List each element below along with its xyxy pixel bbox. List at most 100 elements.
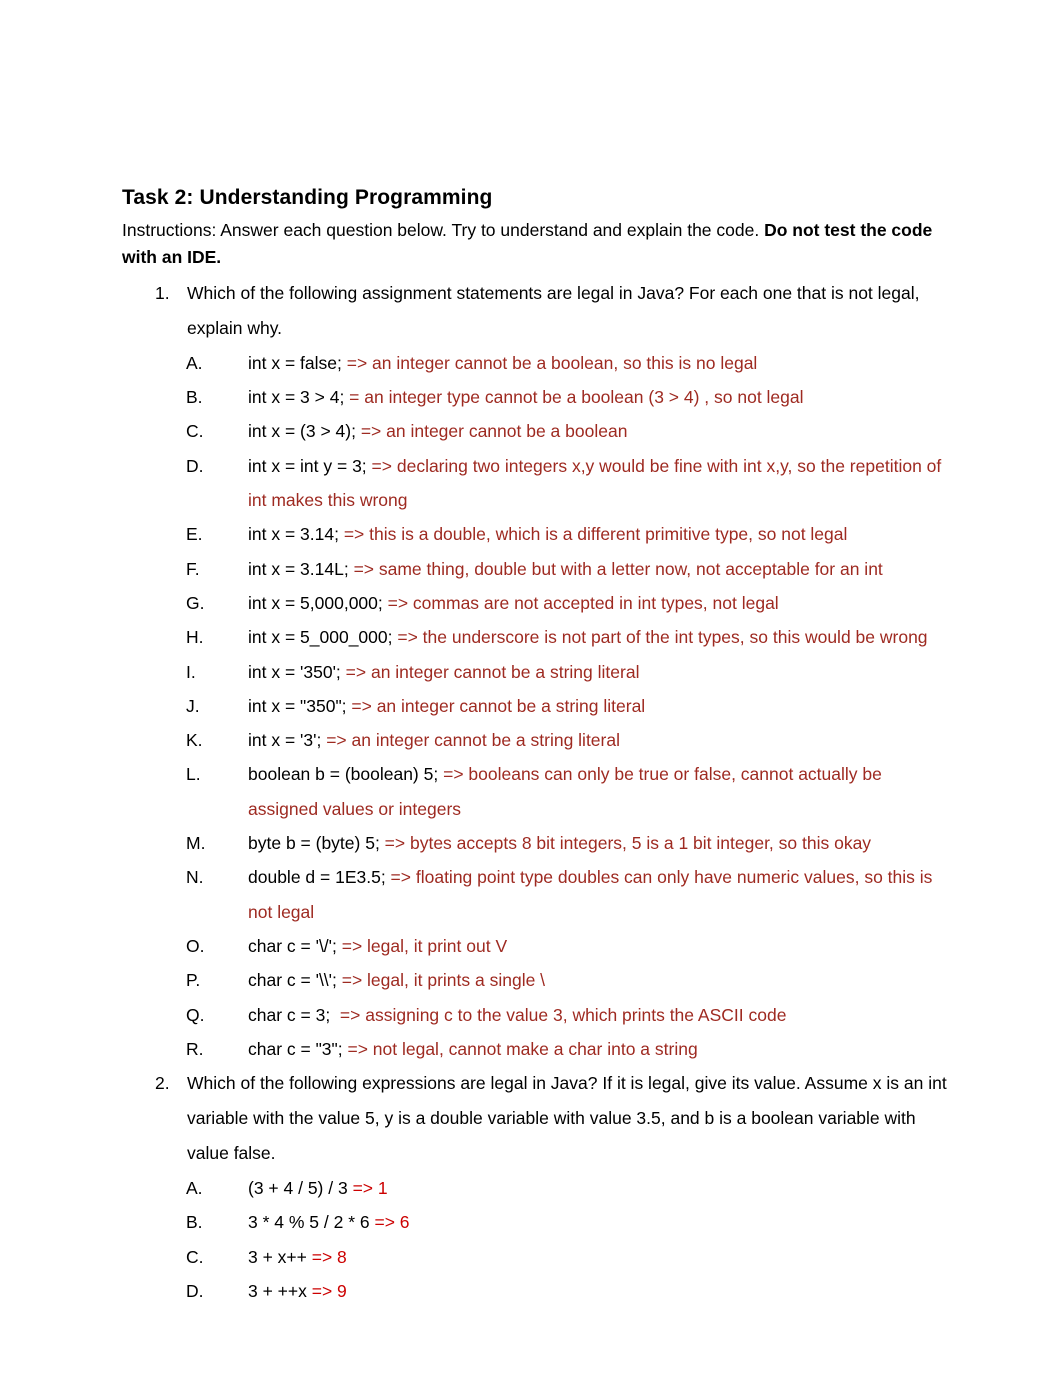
item-answer: => an integer cannot be a boolean: [360, 421, 628, 442]
item-letter: E.: [186, 524, 203, 545]
item-statement: int x = (3 > 4);: [248, 421, 361, 442]
item-letter: N.: [186, 867, 204, 888]
question-2: 2. Which of the following expressions ar…: [122, 1066, 952, 1308]
item-answer: => 1: [352, 1178, 388, 1199]
item-answer: => 6: [374, 1212, 410, 1233]
page-title: Task 2: Understanding Programming: [122, 186, 493, 209]
question-1: 1. Which of the following assignment sta…: [122, 276, 952, 1066]
item-answer: => an integer cannot be a boolean, so th…: [346, 352, 758, 373]
item-letter: O.: [186, 935, 205, 956]
list-item: C. 3 + x++ => 8: [122, 1240, 952, 1274]
list-item: A. int x = false; => an integer cannot be…: [122, 346, 952, 380]
item-statement: (3 + 4 / 5) / 3: [248, 1178, 353, 1199]
item-answer: => bytes accepts 8 bit integers, 5 is a …: [384, 833, 872, 854]
list-item: N. double d = 1E3.5; => floating point ty…: [122, 860, 952, 929]
item-letter: A.: [186, 352, 203, 373]
item-answer: => the underscore is not part of the int…: [397, 627, 928, 648]
item-answer: => legal, it print out V: [341, 935, 508, 956]
item-letter: Q.: [186, 1004, 205, 1025]
list-item: F. int x = 3.14L; => same thing, double b…: [122, 552, 952, 586]
question-1-items: A. int x = false; => an integer cannot be…: [122, 346, 952, 1066]
list-item: R. char c = "3"; => not legal, cannot mak…: [122, 1032, 952, 1066]
list-item: O. char c = '\/'; => legal, it print out …: [122, 929, 952, 963]
item-letter: C.: [186, 1246, 204, 1267]
item-statement: double d = 1E3.5;: [248, 867, 391, 888]
item-statement: int x = '350';: [248, 661, 346, 682]
item-letter: G.: [186, 592, 205, 613]
question-2-items: A. (3 + 4 / 5) / 3 => 1 B. 3 * 4 % 5 / 2 *…: [122, 1171, 952, 1308]
question-1-prompt: Which of the following assignment statem…: [187, 282, 920, 338]
item-statement: byte b = (byte) 5;: [248, 833, 385, 854]
document-page: Task 2: Understanding Programming Instru…: [0, 0, 1062, 1377]
item-statement: int x = "350";: [248, 695, 352, 716]
question-list: 1. Which of the following assignment sta…: [122, 276, 952, 1308]
question-1-header: 1. Which of the following assignment sta…: [122, 276, 952, 346]
item-statement: boolean b = (boolean) 5;: [248, 764, 444, 785]
item-answer: => an integer cannot be a string literal: [326, 730, 620, 751]
question-2-number: 2.: [155, 1073, 170, 1094]
item-answer: => an integer cannot be a string literal: [345, 661, 640, 682]
list-item: K. int x = '3'; => an integer cannot be a…: [122, 723, 952, 757]
list-item: A. (3 + 4 / 5) / 3 => 1: [122, 1171, 952, 1205]
list-item: J. int x = "350"; => an integer cannot be…: [122, 689, 952, 723]
list-item: M. byte b = (byte) 5; => bytes accepts 8 …: [122, 826, 952, 860]
item-statement: int x = 3.14L;: [248, 558, 354, 579]
item-statement: 3 + ++x: [248, 1281, 312, 1302]
item-statement: char c = '\\';: [248, 970, 342, 991]
list-item: D. 3 + ++x => 9: [122, 1274, 952, 1308]
instructions-paragraph: Instructions: Answer each question below…: [122, 217, 937, 272]
item-letter: D.: [186, 1281, 204, 1302]
item-answer: => 8: [311, 1246, 347, 1267]
item-letter: R.: [186, 1038, 204, 1059]
question-2-header: 2. Which of the following expressions ar…: [122, 1066, 952, 1171]
item-answer: = an integer type cannot be a boolean (3…: [349, 387, 804, 408]
list-item: I. int x = '350'; => an integer cannot be…: [122, 655, 952, 689]
list-item: L. boolean b = (boolean) 5; => booleans c…: [122, 757, 952, 826]
item-answer: => 9: [311, 1281, 347, 1302]
list-item: C. int x = (3 > 4); => an integer cannot …: [122, 414, 952, 448]
item-statement: int x = 3 > 4;: [248, 387, 350, 408]
list-item: E. int x = 3.14; => this is a double, whi…: [122, 517, 952, 551]
item-letter: B.: [186, 1212, 203, 1233]
instructions-text: Instructions: Answer each question below…: [122, 219, 765, 240]
item-answer: => this is a double, which is a differen…: [343, 524, 848, 545]
question-2-prompt: Which of the following expressions are l…: [187, 1073, 947, 1164]
item-answer: => same thing, double but with a letter …: [353, 558, 883, 579]
question-1-number: 1.: [155, 282, 170, 303]
item-statement: int x = int y = 3;: [248, 455, 372, 476]
item-statement: int x = 5_000_000;: [248, 627, 398, 648]
item-letter: M.: [186, 833, 206, 854]
item-statement: char c = 3;: [248, 1004, 340, 1025]
item-answer: => commas are not accepted in int types,…: [387, 592, 779, 613]
item-letter: C.: [186, 421, 204, 442]
item-letter: L.: [186, 764, 201, 785]
item-letter: D.: [186, 455, 204, 476]
list-item: B. 3 * 4 % 5 / 2 * 6 => 6: [122, 1205, 952, 1239]
item-statement: 3 * 4 % 5 / 2 * 6: [248, 1212, 375, 1233]
item-answer: => not legal, cannot make a char into a …: [347, 1038, 698, 1059]
item-statement: 3 + x++: [248, 1246, 312, 1267]
item-letter: A.: [186, 1178, 203, 1199]
item-statement: char c = '\/';: [248, 935, 342, 956]
item-letter: I.: [186, 661, 196, 682]
list-item: H. int x = 5_000_000; => the underscore i…: [122, 620, 952, 654]
item-letter: P.: [186, 970, 201, 991]
item-statement: int x = false;: [248, 352, 347, 373]
item-answer: => an integer cannot be a string literal: [351, 695, 646, 716]
list-item: Q. char c = 3; => assigning c to the valu…: [122, 998, 952, 1032]
item-letter: F.: [186, 558, 200, 579]
item-answer: => assigning c to the value 3, which pri…: [339, 1004, 787, 1025]
item-letter: K.: [186, 730, 203, 751]
item-statement: char c = "3";: [248, 1038, 348, 1059]
list-item: P. char c = '\\'; => legal, it prints a s…: [122, 963, 952, 997]
list-item: B. int x = 3 > 4; = an integer type canno…: [122, 380, 952, 414]
item-statement: int x = '3';: [248, 730, 327, 751]
item-answer: => legal, it prints a single \: [341, 970, 546, 991]
item-letter: H.: [186, 627, 204, 648]
list-item: G. int x = 5,000,000; => commas are not a…: [122, 586, 952, 620]
list-item: D. int x = int y = 3; => declaring two in…: [122, 449, 952, 518]
item-statement: int x = 3.14;: [248, 524, 344, 545]
item-letter: J.: [186, 695, 200, 716]
item-statement: int x = 5,000,000;: [248, 592, 388, 613]
item-letter: B.: [186, 387, 203, 408]
